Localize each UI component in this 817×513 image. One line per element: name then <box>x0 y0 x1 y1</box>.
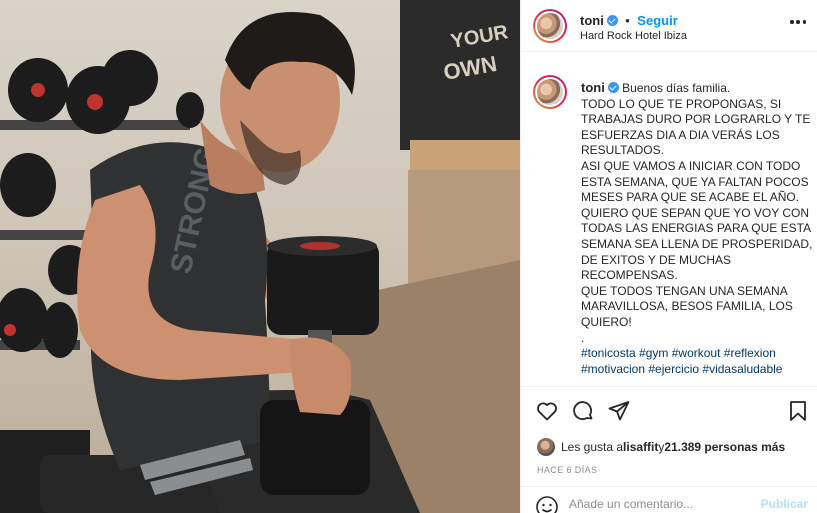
caption-line: MESES PARA QUE SE ACABE EL AÑO. <box>581 190 800 205</box>
likes-summary: Les gusta a lisaffit y 21.389 personas m… <box>537 437 785 457</box>
emoji-icon[interactable] <box>535 495 559 513</box>
post-image[interactable]: YOUR OWN STRONG <box>0 0 520 513</box>
caption-line: TODAS LAS ENERGIAS PARA QUE ESTA <box>581 221 812 236</box>
caption-username[interactable]: toni <box>581 80 605 95</box>
likes-prefix: Les gusta a <box>561 440 624 454</box>
comment-input[interactable] <box>569 497 749 511</box>
caption-line: TRABAJAS DURO POR LOGRARLO Y TE <box>581 112 811 127</box>
caption-line: QUIERO! <box>581 314 632 329</box>
caption-line: MARAVILLOSA, BESOS FAMILIA, LOS <box>581 299 793 314</box>
verified-badge-icon <box>607 82 619 93</box>
post-panel: toni • Seguir Hard Rock Hotel Ibiza toni… <box>520 0 817 513</box>
post-timestamp[interactable]: HACE 6 DÍAS <box>537 465 597 475</box>
post-header: toni • Seguir Hard Rock Hotel Ibiza <box>521 0 817 52</box>
caption-line: QUE TODOS TENGAN UNA SEMANA <box>581 283 788 298</box>
gym-photo: YOUR OWN STRONG <box>0 0 520 513</box>
caption-line: QUIERO QUE SEPAN QUE YO VOY CON <box>581 205 810 220</box>
caption-line: SEMANA SEA LLENA DE PROSPERIDAD, <box>581 236 813 251</box>
caption-line: . <box>581 330 585 345</box>
publish-button[interactable]: Publicar <box>761 497 808 511</box>
hashtag-link[interactable]: #reflexion <box>724 346 776 360</box>
bookmark-icon[interactable] <box>786 399 810 423</box>
liker-username[interactable]: lisaffit <box>623 440 658 454</box>
more-options-icon[interactable] <box>790 20 806 24</box>
caption-line: ESFUERZAS DIA A DIA VERÁS LOS <box>581 127 780 142</box>
caption-line: RECOMPENSAS. <box>581 268 678 283</box>
caption-avatar[interactable] <box>533 75 567 109</box>
heart-icon[interactable] <box>535 399 559 423</box>
caption-line: ASI QUE VAMOS A INICIAR CON TODO <box>581 158 801 173</box>
liker-avatar[interactable] <box>537 438 555 456</box>
post-caption: toni Buenos días familia. TODO LO QUE TE… <box>581 80 813 378</box>
hashtags-line: #motivacion #ejercicio #vidasaludable <box>581 362 811 378</box>
caption-first-line: toni Buenos días familia. <box>581 80 811 97</box>
author-avatar[interactable] <box>533 9 567 43</box>
hashtag-link[interactable]: #tonicosta <box>581 346 636 360</box>
caption-line: RESULTADOS. <box>581 143 664 158</box>
location-link[interactable]: Hard Rock Hotel Ibiza <box>580 30 687 42</box>
hashtag-link[interactable]: #ejercicio <box>648 362 699 376</box>
author-username[interactable]: toni <box>580 13 604 28</box>
caption-section: toni Buenos días familia. TODO LO QUE TE… <box>521 52 817 385</box>
action-bar <box>521 386 817 432</box>
likes-count-link[interactable]: 21.389 personas más <box>664 440 785 454</box>
hashtag-link[interactable]: #vidasaludable <box>702 362 782 376</box>
share-icon[interactable] <box>607 399 631 423</box>
hashtag-link[interactable]: #workout <box>672 346 721 360</box>
caption-line: ESTA SEMANA, QUE YA FALTAN POCOS <box>581 174 809 189</box>
comment-icon[interactable] <box>571 399 595 423</box>
caption-line: DE EXITOS Y DE MUCHAS <box>581 252 732 267</box>
header-user-line: toni • Seguir <box>580 12 678 30</box>
caption-line: TODO LO QUE TE PROPONGAS, SI <box>581 96 782 111</box>
hashtag-link[interactable]: #motivacion <box>581 362 645 376</box>
follow-button[interactable]: Seguir <box>637 13 677 28</box>
verified-badge-icon <box>606 15 618 26</box>
comment-bar: Publicar <box>521 486 817 513</box>
caption-text: Buenos días familia. <box>622 81 731 95</box>
hashtags-line: #tonicosta #gym #workout #reflexion <box>581 346 811 362</box>
separator-dot: • <box>625 13 630 28</box>
hashtag-link[interactable]: #gym <box>639 346 668 360</box>
